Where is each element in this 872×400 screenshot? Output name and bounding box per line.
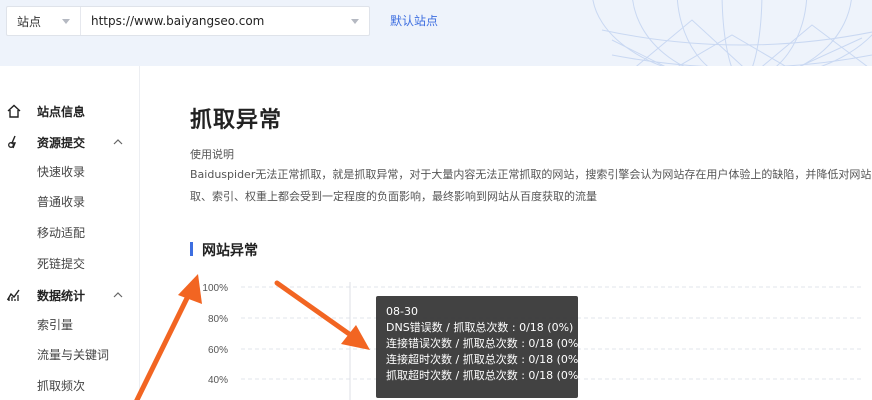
section-title: 网站异常 [190,240,258,260]
sidebar-item-mobile-adapt[interactable]: 移动适配 [0,220,140,244]
page-title: 抓取异常 [190,108,283,133]
tooltip-line: 连接超时次数 / 抓取总次数 : 0/18 (0%) [386,353,583,366]
y-tick-label: 40% [208,375,228,386]
usage-label: 使用说明 [190,148,234,161]
sidebar-item-site-info[interactable]: 站点信息 [0,99,140,123]
chevron-down-icon [62,19,70,24]
y-tick-label: 60% [208,345,228,356]
sidebar-item-dead-link[interactable]: 死链提交 [0,251,140,275]
chart-tooltip: 08-30 DNS错误数 / 抓取总次数 : 0/18 (0%) 连接错误次数 … [376,296,583,398]
sidebar-item-label: 资源提交 [37,135,86,150]
sidebar-item-index-count[interactable]: 索引量 [0,312,140,336]
site-selector: 站点 https://www.baiyangseo.com [6,6,370,36]
sidebar: 站点信息 资源提交 快速收录 普通收录 移动适配 死链提交 数据统计 索引量 流… [0,66,140,400]
sidebar-item-label: 站点信息 [37,104,86,119]
globe-decoration [592,0,872,66]
tooltip-line: 抓取超时次数 / 抓取总次数 : 0/18 (0%) [386,369,583,382]
sidebar-item-label: 数据统计 [37,288,86,303]
description-line: 取、索引、权重上都会受到一定程度的负面影响，最终影响到网站从百度获取的流量 [190,190,597,203]
tooltip-line: 连接错误次数 / 抓取总次数 : 0/18 (0%) [386,337,583,350]
chevron-up-icon[interactable] [113,137,123,147]
chevron-up-icon[interactable] [113,290,123,300]
y-tick-label: 80% [208,314,228,325]
site-type-label: 站点 [17,14,42,29]
sidebar-item-quick-index[interactable]: 快速收录 [0,159,140,183]
home-icon [7,104,21,118]
stats-icon [6,289,20,301]
default-site-link[interactable]: 默认站点 [390,12,438,29]
sidebar-item-normal-index[interactable]: 普通收录 [0,189,140,213]
y-tick-label: 100% [202,283,228,294]
description: Baiduspider无法正常抓取，就是抓取异常，对于大量内容无法正常抓取的网站… [190,164,872,208]
site-type-dropdown[interactable]: 站点 [7,7,81,35]
top-bar: 站点 https://www.baiyangseo.com 默认站点 [0,0,872,66]
sidebar-group-data-stats[interactable]: 数据统计 [0,283,140,307]
sidebar-group-resource-submit[interactable]: 资源提交 [0,130,140,154]
tooltip-line: DNS错误数 / 抓取总次数 : 0/18 (0%) [386,321,574,334]
sidebar-item-crawl-frequency[interactable]: 抓取频次 [0,373,140,397]
description-line: Baiduspider无法正常抓取，就是抓取异常，对于大量内容无法正常抓取的网站… [190,168,872,181]
site-url-dropdown[interactable]: https://www.baiyangseo.com [81,7,369,35]
tooltip-date: 08-30 [386,305,418,318]
submit-icon [8,135,17,149]
chevron-down-icon [351,19,359,24]
site-url-value: https://www.baiyangseo.com [91,14,265,28]
sidebar-item-traffic-keywords[interactable]: 流量与关键词 [0,342,140,366]
